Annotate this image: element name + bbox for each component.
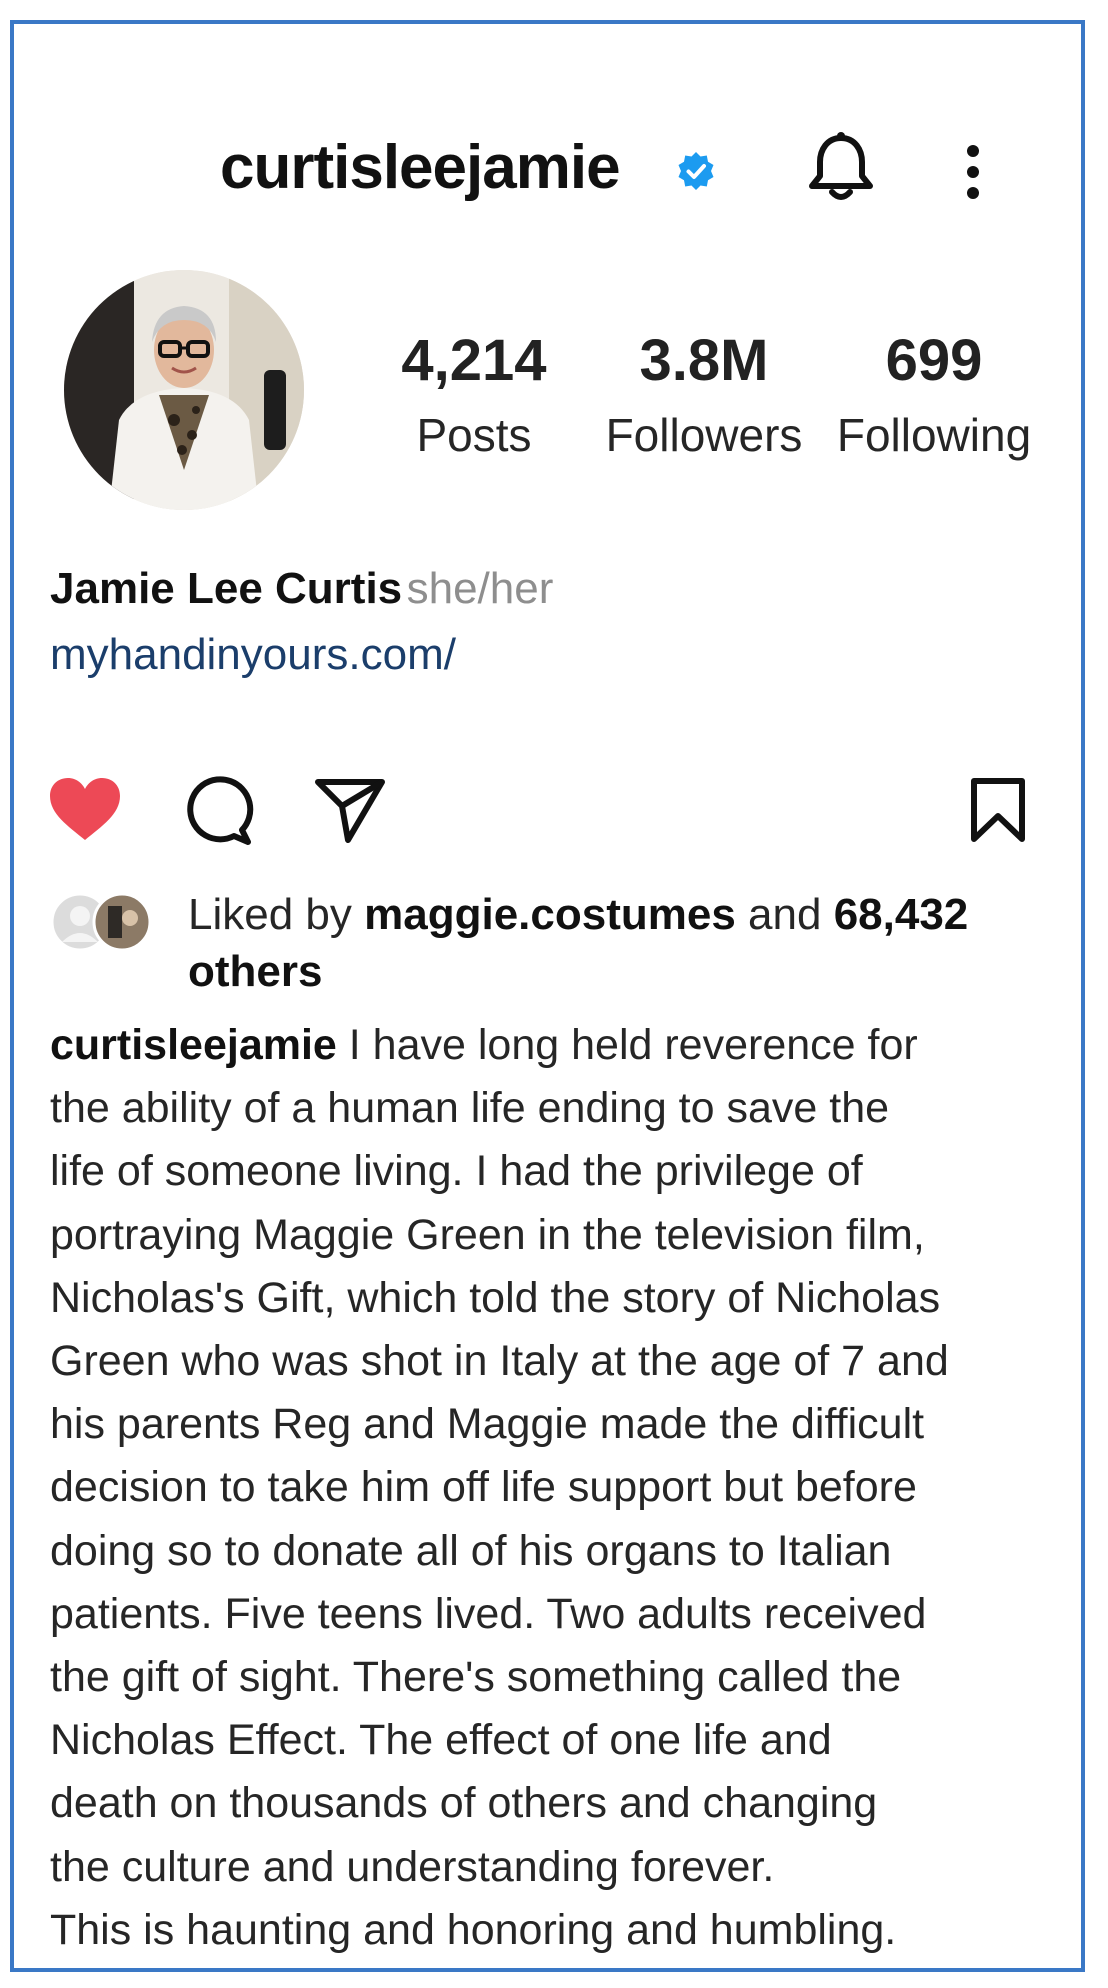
likes-summary: Liked by maggie.costumes and 68,432 othe…	[188, 886, 1048, 1000]
caption-line: This is haunting and honoring and humbli…	[50, 1905, 897, 1954]
post-caption: curtisleejamie I have long held reverenc…	[50, 1014, 1090, 1962]
caption-line: the gift of sight. There's something cal…	[50, 1653, 902, 1702]
caption-line: life of someone living. I had the privil…	[50, 1147, 863, 1196]
liker-avatars	[50, 892, 152, 952]
caption-line: patients. Five teens lived. Two adults r…	[50, 1589, 927, 1638]
likes-prefix: Liked by	[188, 890, 352, 939]
pronouns: she/her	[406, 564, 554, 613]
bookmark-icon[interactable]	[969, 776, 1027, 844]
caption-line: Nicholas's Gift, which told the story of…	[50, 1273, 941, 1322]
caption-line: the culture and understanding forever.	[50, 1842, 775, 1891]
caption-line: death on thousands of others and changin…	[50, 1779, 878, 1828]
posts-stat[interactable]: 4,214 Posts	[384, 328, 564, 461]
likes-conjunction: and	[748, 890, 822, 939]
caption-line: portraying Maggie Green in the televisio…	[50, 1210, 925, 1259]
bio-name-row: Jamie Lee Curtis she/her	[50, 564, 553, 614]
caption-line: his parents Reg and Maggie made the diff…	[50, 1400, 925, 1449]
likes-others[interactable]: others	[188, 947, 322, 996]
bio-link[interactable]: myhandinyours.com/	[50, 630, 456, 680]
caption-line: Nicholas Effect. The effect of one life …	[50, 1716, 832, 1765]
followers-stat[interactable]: 3.8M Followers	[594, 328, 814, 461]
caption-text: I have long held reverence for	[348, 1021, 918, 1069]
caption-line: decision to take him off life support bu…	[50, 1463, 917, 1512]
profile-username: curtisleejamie	[220, 133, 621, 202]
bell-icon[interactable]	[806, 132, 876, 204]
followers-count: 3.8M	[639, 328, 769, 393]
following-label: Following	[836, 409, 1032, 461]
caption-line: curtisleejamie I have long held reverenc…	[50, 1014, 1090, 1077]
caption-line: Green who was shot in Italy at the age o…	[50, 1337, 949, 1386]
liker-username[interactable]: maggie.costumes	[364, 890, 736, 939]
profile-header: curtisleejamie	[14, 124, 1081, 214]
followers-label: Followers	[605, 409, 803, 461]
post-actions	[14, 776, 1081, 856]
posts-label: Posts	[416, 409, 532, 461]
heart-filled-icon[interactable]	[48, 776, 122, 842]
avatar[interactable]	[64, 270, 304, 510]
posts-count: 4,214	[401, 328, 547, 393]
screenshot-frame: curtisleejamie 4,214 Posts 3.8M Follower…	[10, 20, 1085, 1972]
send-icon[interactable]	[314, 776, 386, 844]
likes-count[interactable]: 68,432	[834, 890, 969, 939]
following-stat[interactable]: 699 Following	[829, 328, 1039, 461]
caption-line: the ability of a human life ending to sa…	[50, 1084, 890, 1133]
verified-badge-icon	[678, 152, 714, 190]
comment-icon[interactable]	[182, 776, 254, 848]
caption-line: doing so to donate all of his organs to …	[50, 1526, 892, 1575]
full-name: Jamie Lee Curtis	[50, 564, 403, 613]
caption-username[interactable]: curtisleejamie	[50, 1021, 337, 1069]
profile-photo	[64, 270, 304, 510]
following-count: 699	[885, 328, 983, 393]
more-vertical-icon[interactable]	[964, 144, 982, 200]
